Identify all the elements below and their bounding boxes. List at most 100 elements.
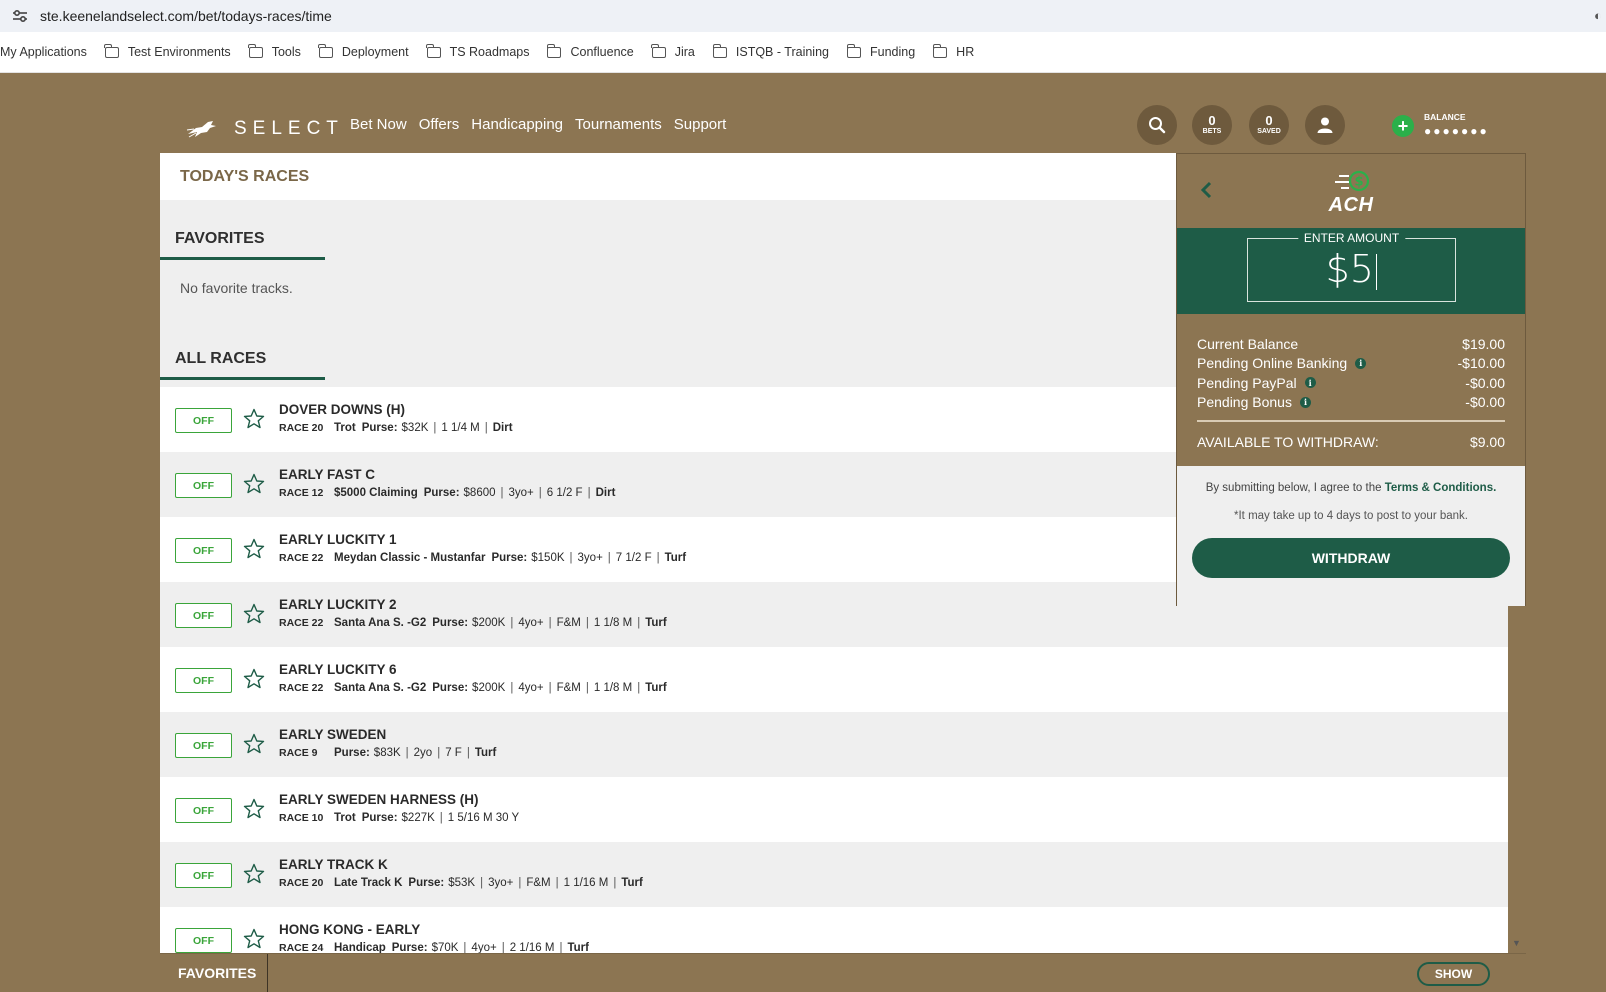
scroll-down-arrow-icon[interactable]: ▼: [1512, 938, 1521, 948]
bookmark-item[interactable]: HR: [932, 43, 974, 59]
amount-value[interactable]: $5: [1326, 247, 1374, 291]
race-track-name[interactable]: DOVER DOWNS (H): [279, 402, 405, 417]
folder-icon: [248, 43, 263, 58]
bookmark-item[interactable]: Test Environments: [104, 43, 231, 59]
race-detail: 1 1/4 M: [441, 422, 480, 434]
race-detail: F&M: [556, 682, 581, 694]
race-row[interactable]: OFF HONG KONG - EARLY RACE 24 Handicap Purse…: [160, 907, 1508, 953]
race-surface: Turf: [645, 682, 667, 694]
favorite-star-icon[interactable]: [243, 863, 265, 885]
amount-label: ENTER AMOUNT: [1297, 231, 1406, 245]
svg-text:$: $: [1354, 175, 1363, 190]
url-text[interactable]: ste.keenelandselect.com/bet/todays-races…: [40, 8, 332, 24]
bookmark-item[interactable]: Tools: [248, 43, 301, 59]
balance-row-label: Pending PayPal: [1197, 374, 1297, 391]
race-track-name[interactable]: EARLY FAST C: [279, 467, 375, 482]
terms-link[interactable]: Terms & Conditions.: [1385, 482, 1497, 494]
site-settings-icon[interactable]: [10, 6, 30, 26]
balance-label: BALANCE: [1424, 112, 1466, 122]
race-detail: 4yo+: [518, 682, 544, 694]
folder-icon: [846, 43, 861, 58]
favorite-star-icon[interactable]: [243, 538, 265, 560]
race-status-badge: OFF: [175, 798, 232, 823]
race-row[interactable]: OFF EARLY LUCKITY 6 RACE 22 Santa Ana S. -G…: [160, 647, 1508, 712]
folder-icon: [932, 43, 948, 58]
detail-separator: |: [587, 487, 591, 499]
favorite-star-icon[interactable]: [243, 798, 265, 820]
withdraw-button[interactable]: WITHDRAW: [1192, 538, 1510, 578]
race-status-badge: OFF: [175, 668, 232, 693]
race-track-name[interactable]: HONG KONG - EARLY: [279, 922, 420, 937]
race-track-name[interactable]: EARLY LUCKITY 2: [279, 597, 397, 612]
amount-value-wrapper: $5: [1248, 247, 1455, 291]
race-track-name[interactable]: EARLY SWEDEN HARNESS (H): [279, 792, 479, 807]
purse-value: $200K: [472, 617, 506, 629]
nav-support[interactable]: Support: [674, 116, 727, 133]
saved-button[interactable]: 0 SAVED: [1249, 105, 1289, 145]
nav-bet-now[interactable]: Bet Now: [350, 116, 407, 133]
favorites-heading: FAVORITES: [175, 230, 265, 247]
available-value: $9.00: [1469, 434, 1505, 450]
bookmark-item[interactable]: Jira: [651, 43, 695, 59]
favorite-star-icon[interactable]: [243, 668, 265, 690]
race-track-name[interactable]: EARLY LUCKITY 1: [279, 532, 397, 547]
race-row[interactable]: OFF EARLY TRACK K RACE 20 Late Track K Purse…: [160, 842, 1508, 907]
nav-tournaments[interactable]: Tournaments: [575, 116, 662, 133]
favorite-star-icon[interactable]: [243, 408, 265, 430]
bookmark-item[interactable]: Confluence: [547, 43, 634, 59]
balance-masked[interactable]: ●●●●●●●: [1424, 124, 1489, 138]
race-number: RACE 20: [279, 877, 324, 889]
favorite-star-icon[interactable]: [243, 603, 265, 625]
balance-row-value: -$0.00: [1465, 394, 1505, 411]
info-icon[interactable]: i: [1355, 357, 1367, 369]
select-logo[interactable]: SELECT: [186, 118, 344, 140]
nav-handicapping[interactable]: Handicapping: [471, 116, 563, 133]
race-track-name[interactable]: EARLY TRACK K: [279, 857, 388, 872]
favorite-star-icon[interactable]: [243, 473, 265, 495]
bookmark-item[interactable]: ISTQB - Training: [712, 43, 829, 59]
bookmark-item[interactable]: TS Roadmaps: [426, 43, 529, 59]
race-row[interactable]: OFF EARLY SWEDEN HARNESS (H) RACE 10 Trot Pu…: [160, 777, 1508, 842]
purse-label: Purse:: [361, 422, 398, 434]
race-track-name[interactable]: EARLY SWEDEN: [279, 727, 386, 742]
race-details: RACE 9 Purse: $83K | 2yo | 7 F | Turf: [279, 747, 496, 759]
terms-text: By submitting below, I agree to the Term…: [1177, 482, 1525, 494]
bookmark-item[interactable]: Funding: [846, 43, 915, 59]
browser-url-bar[interactable]: ste.keenelandselect.com/bet/todays-races…: [0, 0, 1606, 32]
race-row[interactable]: OFF EARLY SWEDEN RACE 9 Purse: $83K | 2yo | 7 F |…: [160, 712, 1508, 777]
bookmark-item[interactable]: My Applications: [0, 45, 87, 59]
show-favorites-button[interactable]: SHOW: [1417, 962, 1490, 986]
info-icon[interactable]: i: [1304, 377, 1316, 389]
search-button[interactable]: [1137, 105, 1177, 145]
nav-offers[interactable]: Offers: [419, 116, 460, 133]
bookmark-item[interactable]: Deployment: [318, 43, 409, 59]
balance-divider: [1197, 420, 1505, 422]
race-type: Trot: [334, 422, 356, 434]
race-status-badge: OFF: [175, 473, 232, 498]
account-button[interactable]: [1305, 105, 1345, 145]
folder-icon: [104, 43, 119, 58]
detail-separator: |: [439, 812, 443, 824]
race-track-name[interactable]: EARLY LUCKITY 6: [279, 662, 397, 677]
balance-row: Pending Online Banking i -$10.00: [1197, 354, 1505, 374]
lens-icon[interactable]: ◐: [1594, 8, 1606, 24]
add-funds-button[interactable]: +: [1392, 115, 1414, 137]
favorite-star-icon[interactable]: [243, 733, 265, 755]
detail-separator: |: [463, 942, 467, 953]
amount-input[interactable]: ENTER AMOUNT $5: [1247, 231, 1456, 302]
plus-icon: +: [1397, 116, 1409, 136]
race-detail: 3yo+: [508, 487, 534, 499]
detail-separator: |: [637, 617, 641, 629]
race-details: RACE 22 Meydan Classic - Mustanfar Purse: $…: [279, 552, 686, 564]
race-detail: 7 1/2 F: [615, 552, 652, 564]
purse-label: Purse:: [432, 617, 469, 629]
bets-button[interactable]: 0 BETS: [1192, 105, 1232, 145]
race-number: RACE 22: [279, 552, 324, 564]
info-icon[interactable]: i: [1299, 396, 1311, 408]
favorite-star-icon[interactable]: [243, 928, 265, 950]
race-number: RACE 10: [279, 812, 324, 824]
purse-label: Purse:: [334, 747, 370, 759]
detail-separator: |: [656, 552, 660, 564]
balance-breakdown: Current Balance $19.00 Pending Online Bank…: [1197, 334, 1505, 412]
bottom-favorites-label[interactable]: FAVORITES: [178, 965, 256, 981]
